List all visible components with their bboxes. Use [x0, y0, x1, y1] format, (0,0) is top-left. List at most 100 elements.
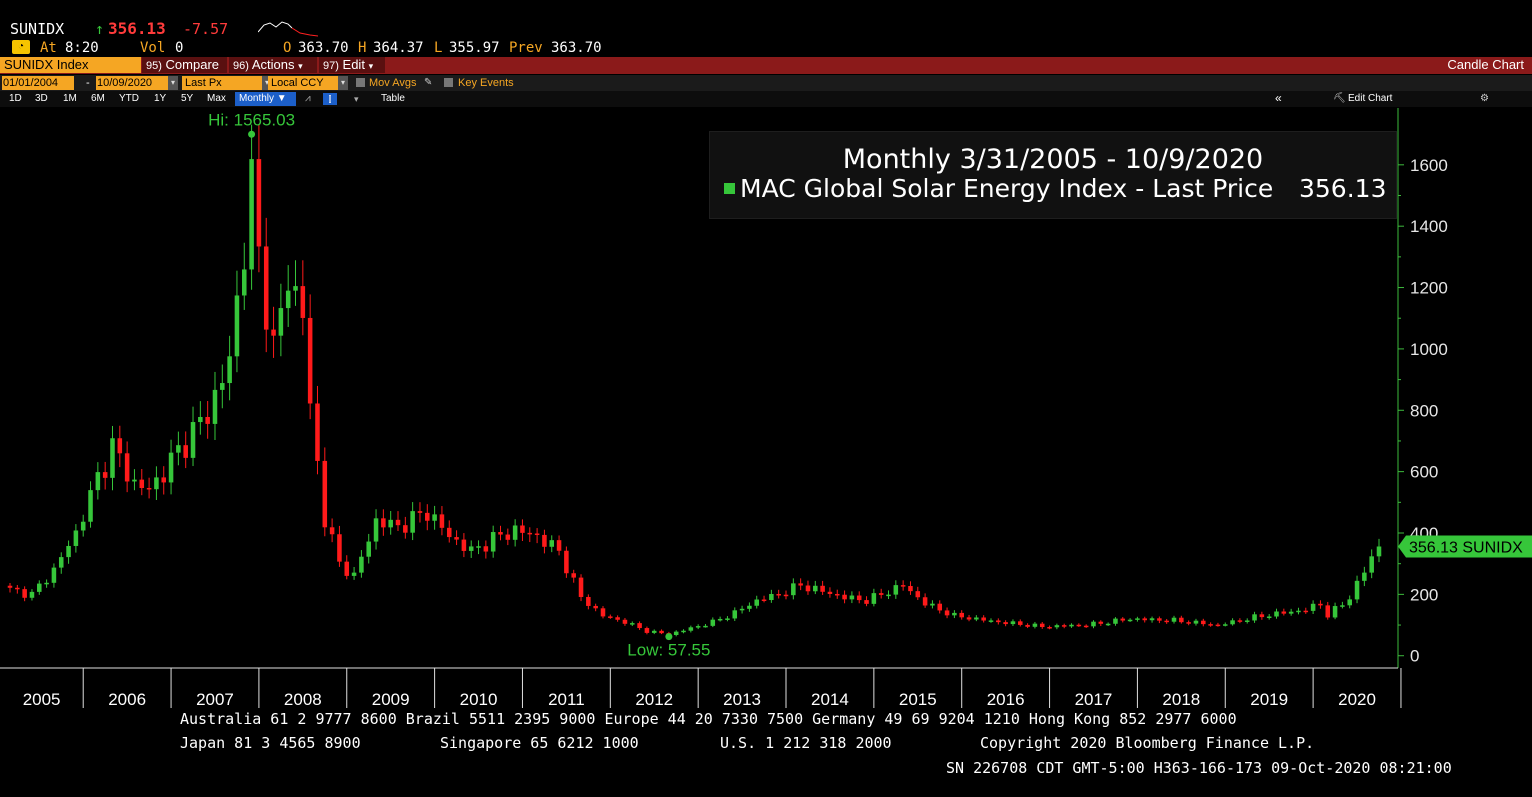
candle-body — [117, 438, 123, 454]
candle-body — [249, 159, 254, 270]
x-tick-label: 2018 — [1162, 690, 1200, 708]
edit-label: Edit — [342, 57, 365, 72]
y-axis: 02004006008001000120014001600 — [1397, 108, 1448, 668]
speedometer-icon[interactable]: ◔ — [12, 40, 30, 54]
candle-body — [915, 591, 921, 598]
chart-type-label[interactable]: Candle Chart — [1432, 57, 1528, 73]
security-field[interactable]: SUNIDX Index — [0, 57, 141, 73]
y-tick-label: 200 — [1410, 585, 1438, 604]
x-tick-label: 2012 — [635, 690, 673, 708]
table-button[interactable]: Table — [381, 92, 405, 106]
quote-time: 8:20 — [65, 40, 99, 56]
candle-body — [1303, 610, 1309, 613]
candle-body — [717, 618, 723, 621]
chart-type-dropdown-icon[interactable]: ▾ — [354, 92, 359, 106]
compare-button[interactable]: 95) Compare — [142, 57, 227, 73]
footer-contact-japan: Japan 81 3 4565 8900 — [180, 734, 361, 752]
candle-body — [446, 527, 452, 538]
candle-body — [1252, 614, 1257, 621]
range-ytd-button[interactable]: YTD — [119, 92, 139, 106]
candle-body — [285, 290, 291, 309]
range-1m-button[interactable]: 1M — [63, 92, 77, 106]
range-1d-button[interactable]: 1D — [9, 92, 22, 106]
candle-body — [856, 595, 862, 601]
candle-body — [769, 594, 774, 601]
range-5y-button[interactable]: 5Y — [181, 92, 193, 106]
high-label: H — [358, 40, 367, 56]
candle-body — [1215, 624, 1221, 627]
candle-body — [827, 591, 833, 594]
candle-body — [952, 612, 957, 616]
currency-dropdown-icon[interactable]: ▾ — [338, 76, 348, 90]
candle-body — [139, 479, 145, 488]
candle-body — [498, 532, 503, 535]
range-6m-button[interactable]: 6M — [91, 92, 105, 106]
candle-body — [608, 616, 613, 618]
edit-chart-button[interactable]: Edit Chart — [1348, 92, 1392, 106]
candle-chart-icon[interactable]: ⫿ — [323, 93, 337, 105]
candle-body — [886, 594, 891, 597]
candle-body — [512, 525, 518, 540]
collapse-left-icon[interactable]: « — [1275, 91, 1282, 105]
end-date-input[interactable]: 10/09/2020 — [96, 76, 168, 90]
gear-icon[interactable]: ⚙ — [1480, 92, 1489, 106]
field-select[interactable]: Last Px — [182, 76, 265, 90]
period-select[interactable]: Monthly ▼ — [235, 92, 296, 106]
candle-body — [1347, 599, 1352, 606]
candle-body — [263, 246, 269, 330]
date-dash: - — [86, 77, 90, 89]
date-settings-bar: 01/01/2004 - 10/09/2020 ▾ Last Px ▾ Loca… — [0, 75, 1532, 91]
key-events-label: Key Events — [458, 77, 514, 89]
candle-body — [930, 603, 935, 606]
open-value: 363.70 — [298, 40, 349, 56]
low-value: 355.97 — [449, 40, 500, 56]
candle-body — [1354, 580, 1360, 600]
candle-body — [395, 519, 401, 526]
candle-body — [329, 527, 335, 535]
chart-legend: Monthly 3/31/2005 - 10/9/2020 MAC Global… — [709, 131, 1397, 219]
compare-number: 95) — [146, 60, 162, 72]
start-date-input[interactable]: 01/01/2004 — [2, 76, 74, 90]
pencil-icon[interactable]: ✎ — [424, 76, 432, 90]
candle-body — [146, 487, 152, 490]
candle-body — [622, 619, 628, 624]
x-tick-label: 2015 — [899, 690, 937, 708]
candle-body — [776, 594, 781, 596]
candle-body — [1054, 625, 1060, 628]
mov-avgs-checkbox[interactable] — [356, 78, 365, 87]
candle-body — [1266, 616, 1272, 619]
candle-body — [1193, 620, 1199, 624]
x-axis: 2005 2006 2007 2008 2009 2010 2011 2012 2013 2014… — [0, 667, 1402, 708]
edit-button[interactable]: 97) Edit ▾ — [319, 57, 385, 73]
candle-body — [834, 593, 840, 596]
range-1y-button[interactable]: 1Y — [154, 92, 166, 106]
candle-body — [659, 630, 664, 634]
line-chart-icon[interactable]: ⩘ — [305, 92, 311, 106]
candle-body — [1222, 624, 1228, 626]
candle-body — [337, 534, 342, 562]
sparkline — [258, 21, 319, 37]
candle-body — [88, 490, 93, 522]
candle-body — [1083, 625, 1089, 628]
candle-body — [1332, 606, 1338, 618]
calendar-dropdown-icon[interactable]: ▾ — [168, 76, 178, 90]
range-max-button[interactable]: Max — [207, 92, 226, 106]
key-events-checkbox[interactable] — [444, 78, 453, 87]
candle-body — [673, 631, 679, 635]
footer-timestamp: SN 226708 CDT GMT-5:00 H363-166-173 09-O… — [946, 759, 1452, 777]
candle-body — [7, 585, 13, 588]
candle-body — [58, 557, 64, 568]
range-3d-button[interactable]: 3D — [35, 92, 48, 106]
candle-body — [176, 445, 181, 453]
candle-body — [315, 403, 320, 461]
ticker-label: SUNIDX — [10, 20, 65, 38]
range-bar: 1D 3D 1M 6M YTD 1Y 5Y Max Monthly ▼ ⩘ ⫿ … — [0, 91, 1532, 107]
candle-body — [710, 619, 716, 626]
y-tick-label: 1400 — [1410, 217, 1448, 236]
candle-body — [366, 541, 371, 557]
candle-body — [900, 585, 906, 587]
last-price-tag-label: 356.13 SUNIDX — [1409, 539, 1523, 556]
x-tick-label: 2009 — [372, 690, 410, 708]
currency-select[interactable]: Local CCY — [268, 76, 341, 90]
actions-button[interactable]: 96) Actions ▾ — [229, 57, 317, 73]
